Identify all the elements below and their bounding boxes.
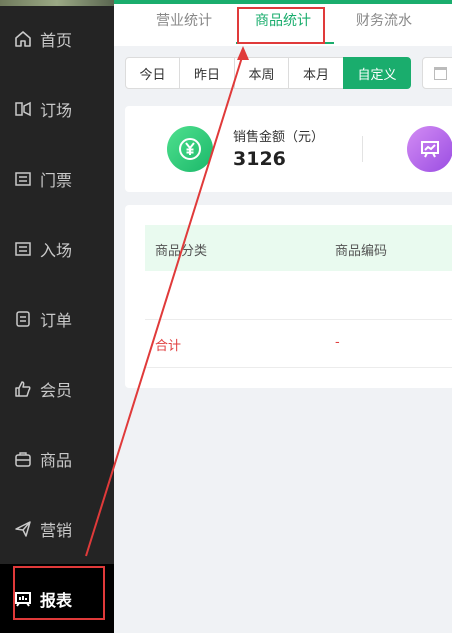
filter-custom-button[interactable]: 自定义 xyxy=(343,57,411,89)
sidebar-item-label: 订单 xyxy=(40,311,73,330)
send-icon xyxy=(14,520,32,538)
calendar-icon xyxy=(434,67,447,80)
sales-amount-value: 3126 xyxy=(233,148,286,170)
total-label: 合计 xyxy=(155,339,182,354)
goods-stats-table: 商品分类 商品编码 合计 - xyxy=(125,205,452,388)
entry-icon xyxy=(14,240,32,258)
total-code-value: - xyxy=(335,335,340,350)
sidebar-item-venue-booking[interactable]: 订场 xyxy=(0,74,114,144)
member-icon xyxy=(14,380,32,398)
tab-business-stats[interactable]: 营业统计 xyxy=(148,4,220,42)
table-row xyxy=(145,271,452,320)
filter-this-week-button[interactable]: 本周 xyxy=(234,57,289,89)
column-header-category: 商品分类 xyxy=(155,244,208,259)
ticket-icon xyxy=(14,170,32,188)
stats-card: 销售金额（元） 3126 xyxy=(125,106,452,192)
sidebar-item-marketing[interactable]: 营销 xyxy=(0,494,114,564)
venue-booking-icon xyxy=(14,100,32,118)
filter-this-month-button[interactable]: 本月 xyxy=(288,57,344,89)
date-range-filter: 今日 昨日 本周 本月 自定义 xyxy=(125,57,411,89)
sidebar-item-goods[interactable]: 商品 xyxy=(0,424,114,494)
sidebar-item-home[interactable]: 首页 xyxy=(0,4,114,74)
tab-financial-flow[interactable]: 财务流水 xyxy=(346,4,422,42)
home-icon xyxy=(14,30,32,48)
sales-amount-label: 销售金额（元） xyxy=(233,130,325,145)
filter-today-button[interactable]: 今日 xyxy=(125,57,180,89)
sidebar-item-label: 入场 xyxy=(40,241,73,260)
sidebar-item-label: 订场 xyxy=(40,101,73,120)
sidebar-item-label: 营销 xyxy=(40,521,73,540)
goods-icon xyxy=(14,450,32,468)
sidebar-item-entry[interactable]: 入场 xyxy=(0,214,114,284)
sidebar-item-label: 首页 xyxy=(40,31,73,50)
sidebar-item-label: 会员 xyxy=(40,381,73,400)
sidebar-item-orders[interactable]: 订单 xyxy=(0,284,114,354)
annotation-box-goods-tab xyxy=(237,7,325,44)
presentation-chart-icon xyxy=(407,126,452,172)
sidebar-item-members[interactable]: 会员 xyxy=(0,354,114,424)
sidebar: 首页 订场 门票 入场 订单 会员 商品 营销 报表 xyxy=(0,0,114,633)
date-range-input[interactable] xyxy=(422,57,452,89)
sidebar-item-label: 门票 xyxy=(40,171,73,190)
sidebar-item-label: 商品 xyxy=(40,451,73,470)
filter-yesterday-button[interactable]: 昨日 xyxy=(179,57,235,89)
table-total-row: 合计 - xyxy=(145,320,452,368)
table-header: 商品分类 商品编码 xyxy=(145,225,452,271)
annotation-box-reports xyxy=(13,566,105,620)
order-icon xyxy=(14,310,32,328)
column-header-code: 商品编码 xyxy=(335,244,388,259)
sidebar-item-tickets[interactable]: 门票 xyxy=(0,144,114,214)
yuan-icon xyxy=(167,126,213,172)
stats-divider xyxy=(362,136,363,162)
